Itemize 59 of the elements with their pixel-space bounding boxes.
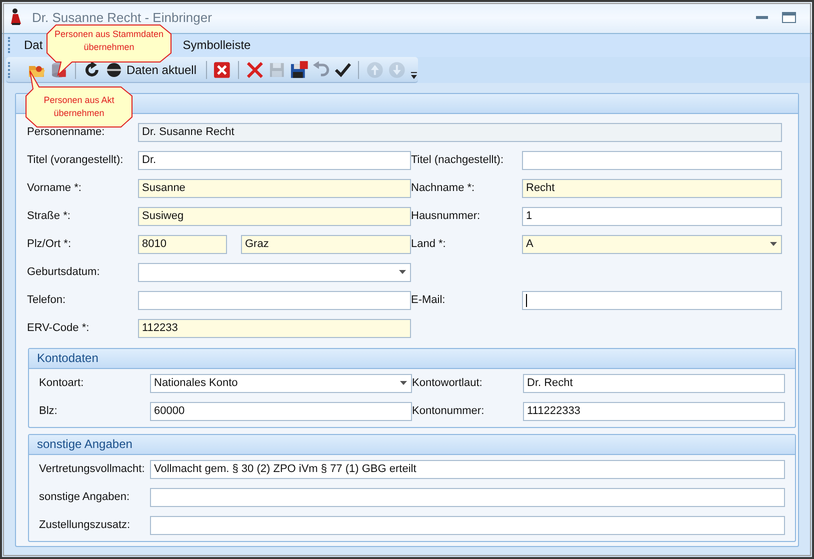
delete-icon[interactable] xyxy=(213,60,232,79)
field-label: Geburtsdatum: xyxy=(27,266,101,278)
field-label: Titel (vorangestellt): xyxy=(27,154,124,166)
check-icon[interactable] xyxy=(334,60,352,79)
window-title: Dr. Susanne Recht - Einbringer xyxy=(32,10,212,25)
group-title: sonstige Angaben xyxy=(29,435,795,455)
input-field[interactable]: Recht xyxy=(522,178,782,198)
input-field[interactable]: 8010 xyxy=(138,234,227,254)
field-label: Titel (nachgestellt): xyxy=(411,154,505,166)
input-field[interactable]: 111222333 xyxy=(523,402,785,420)
dropdown-field[interactable]: Nationales Konto xyxy=(150,374,412,392)
field-label: E-Mail: xyxy=(411,294,446,306)
maximize-icon[interactable] xyxy=(782,12,796,23)
group-title: Kontodaten xyxy=(29,349,795,369)
field-label: Hausnummer: xyxy=(411,210,482,222)
dropdown-field[interactable] xyxy=(138,262,411,282)
input-field[interactable]: 60000 xyxy=(150,402,412,420)
record-icon xyxy=(106,62,122,78)
minimize-icon[interactable] xyxy=(756,16,768,19)
field-label: Vertretungsvollmacht: xyxy=(39,463,146,475)
caret-icon xyxy=(770,242,777,246)
input-field[interactable]: Susanne xyxy=(138,178,411,198)
input-field[interactable] xyxy=(522,290,782,310)
field-label: Kontoart: xyxy=(39,377,85,389)
input-field[interactable]: Susiweg xyxy=(138,206,411,226)
input-field[interactable]: Dr. xyxy=(138,150,411,170)
field-label: Zustellungszusatz: xyxy=(39,519,132,531)
field-label: sonstige Angaben: xyxy=(39,491,131,503)
name-field: Dr. Susanne Recht xyxy=(138,122,782,142)
input-field[interactable] xyxy=(138,290,411,310)
input-field[interactable] xyxy=(522,150,782,170)
input-field[interactable]: Vollmacht gem. § 30 (2) ZPO iVm § 77 (1) GBG erteilt xyxy=(150,460,785,478)
caret-icon xyxy=(400,381,407,385)
refresh-icon[interactable] xyxy=(82,60,100,79)
field-label: Nachname *: xyxy=(411,182,476,194)
input-field[interactable]: 112233 xyxy=(138,318,411,338)
input-field[interactable] xyxy=(150,516,785,534)
field-label: ERV-Code *: xyxy=(27,322,90,334)
field-label: Kontonummer: xyxy=(412,405,486,417)
field-label: Kontowortlaut: xyxy=(412,377,484,389)
field-label: Blz: xyxy=(39,405,58,417)
save-delete-icon[interactable] xyxy=(290,60,308,79)
field-label: Personenname: xyxy=(27,126,106,138)
field-label: Land *: xyxy=(411,238,447,250)
field-label: Telefon: xyxy=(27,294,67,306)
field-label: Plz/Ort *: xyxy=(27,238,72,250)
input-field[interactable]: Dr. Recht xyxy=(523,374,785,392)
cross-icon[interactable] xyxy=(246,60,264,79)
figure-icon xyxy=(10,8,22,26)
input-field[interactable]: Graz xyxy=(241,234,411,254)
overflow-icon[interactable] xyxy=(410,72,418,80)
field-label: Straße *: xyxy=(27,210,72,222)
field-label: Vorname *: xyxy=(27,182,82,194)
input-field[interactable]: 1 xyxy=(522,206,782,226)
menu-item[interactable]: Symbolleiste xyxy=(182,38,251,52)
caret-icon xyxy=(399,270,406,274)
dropdown-field[interactable]: A xyxy=(522,234,782,254)
input-field[interactable] xyxy=(150,488,785,506)
menu-item[interactable]: Dat xyxy=(24,38,43,52)
